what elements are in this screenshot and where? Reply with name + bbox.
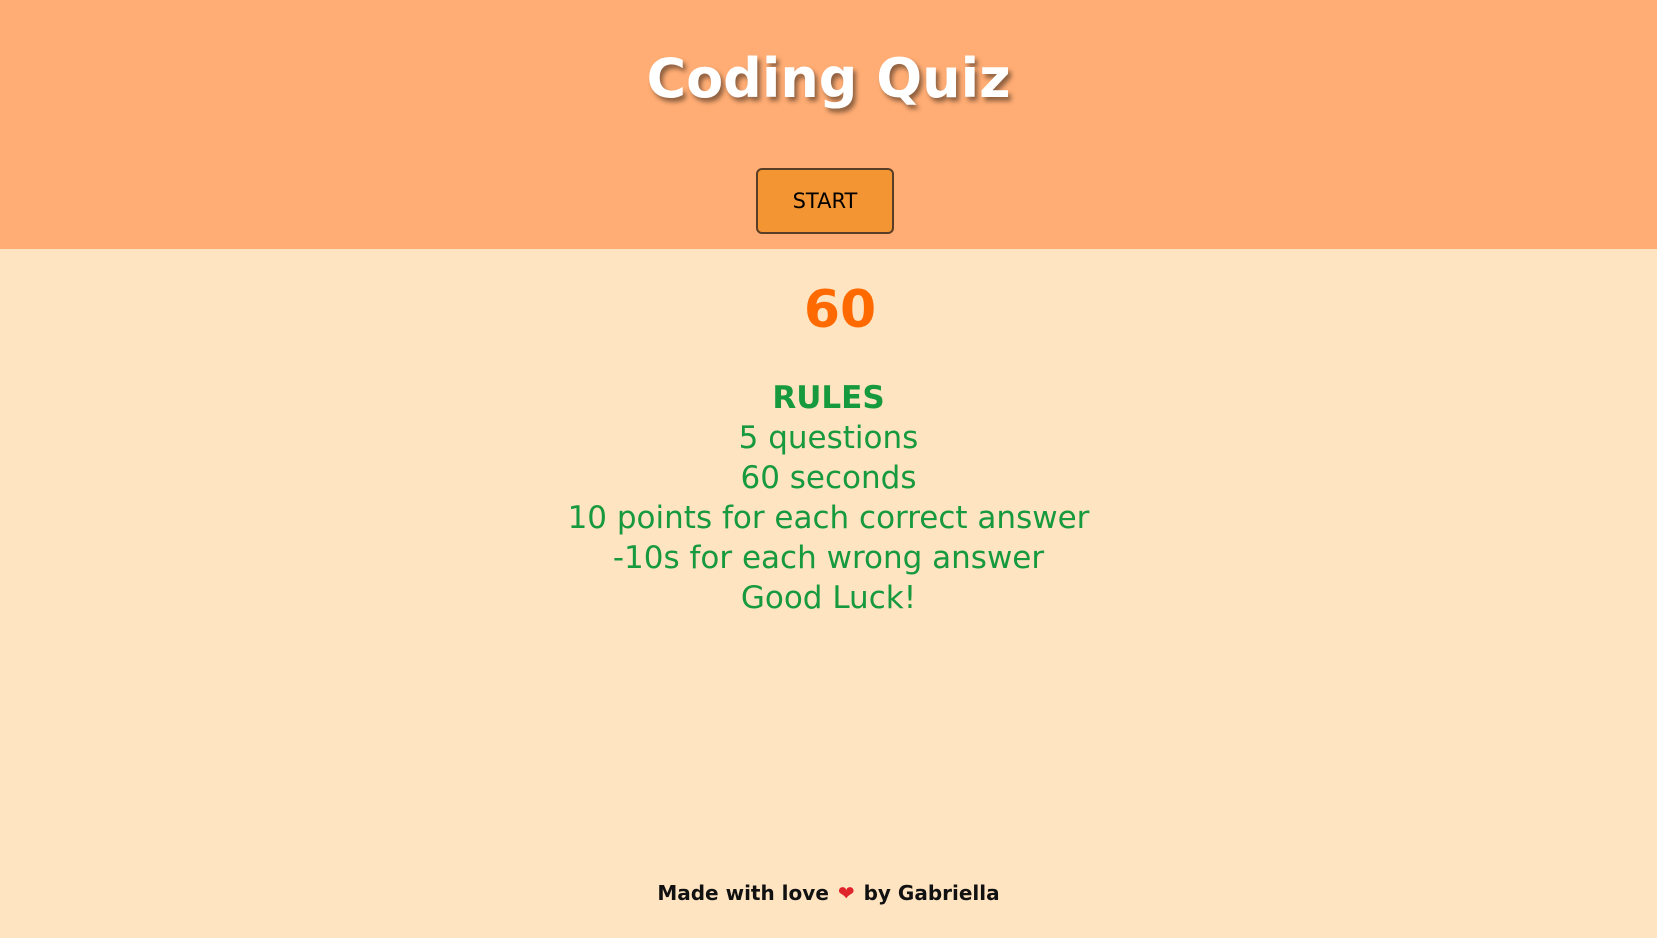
rule-item-seconds: 60 seconds [740, 460, 917, 496]
rule-item-points: 10 points for each correct answer [567, 500, 1090, 536]
footer-author: by Gabriella [863, 881, 1000, 905]
rules-heading: RULES [772, 380, 885, 416]
start-button[interactable]: START [756, 168, 894, 234]
rule-item-penalty: -10s for each wrong answer [612, 540, 1045, 576]
footer: Made with love ❤ by Gabriella [0, 878, 1657, 908]
rule-item-questions: 5 questions [738, 420, 919, 456]
rule-item-good-luck: Good Luck! [740, 580, 917, 616]
heart-icon: ❤ [837, 881, 855, 905]
page-title: Coding Quiz [646, 47, 1011, 110]
timer-display: 60 [803, 280, 877, 340]
footer-prefix: Made with love [657, 881, 829, 905]
rules-section: RULES 5 questions 60 seconds 10 points f… [0, 378, 1657, 618]
header: Coding Quiz START [0, 0, 1657, 249]
